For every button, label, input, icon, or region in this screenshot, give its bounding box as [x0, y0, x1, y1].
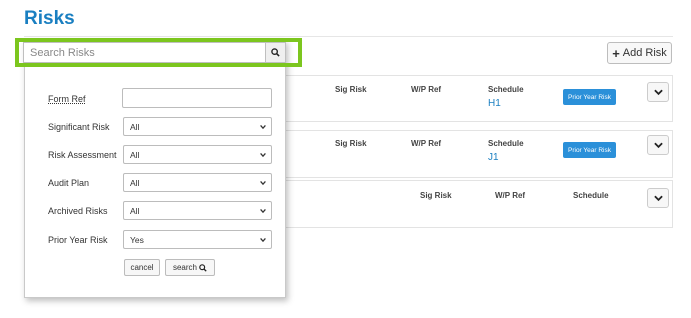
sig-risk-label: Sig Risk	[335, 85, 367, 94]
risk-assessment-label: Risk Assessment	[48, 150, 117, 160]
schedule-link[interactable]: J1	[488, 152, 499, 163]
chevron-down-icon	[260, 152, 266, 158]
form-ref-input[interactable]	[122, 88, 272, 108]
prior-year-risk-badge: Prior Year Risk	[563, 142, 616, 158]
risk-card: Sig Risk W/P Ref Schedule	[282, 180, 673, 228]
chevron-down-icon	[653, 89, 663, 95]
schedule-link[interactable]: H1	[488, 98, 501, 109]
plus-icon: +	[612, 45, 620, 61]
audit-plan-value: All	[130, 177, 140, 188]
search-icon	[199, 263, 207, 272]
archived-risks-label: Archived Risks	[48, 206, 108, 216]
expand-button[interactable]	[647, 82, 669, 102]
risk-assessment-value: All	[130, 149, 140, 160]
risk-card: Sig Risk W/P Ref Schedule J1 Prior Year …	[282, 130, 673, 178]
chevron-down-icon	[260, 237, 266, 243]
risk-card: Sig Risk W/P Ref Schedule H1 Prior Year …	[282, 75, 673, 122]
chevron-down-icon	[653, 195, 663, 201]
sig-risk-label: Sig Risk	[420, 191, 452, 200]
prior-year-risk-value: Yes	[130, 234, 144, 245]
risk-assessment-select[interactable]: All	[123, 145, 272, 164]
wp-ref-label: W/P Ref	[411, 139, 442, 148]
page-title: Risks	[24, 8, 75, 29]
title-divider	[24, 36, 673, 37]
cancel-button[interactable]: cancel	[124, 259, 160, 276]
chevron-down-icon	[260, 124, 266, 130]
significant-risk-select[interactable]: All	[123, 117, 272, 136]
chevron-down-icon	[260, 180, 266, 186]
search-button-label: search	[172, 263, 197, 272]
search-highlight-frame	[15, 38, 302, 67]
chevron-down-icon	[653, 142, 663, 148]
form-ref-label: Form Ref	[48, 94, 86, 104]
wp-ref-label: W/P Ref	[411, 85, 442, 94]
expand-button[interactable]	[647, 188, 669, 208]
prior-year-risk-label: Prior Year Risk	[48, 235, 108, 245]
chevron-down-icon	[260, 208, 266, 214]
significant-risk-label: Significant Risk	[48, 122, 110, 132]
significant-risk-value: All	[130, 121, 140, 132]
wp-ref-label: W/P Ref	[495, 191, 526, 200]
archived-risks-select[interactable]: All	[123, 201, 272, 220]
archived-risks-value: All	[130, 205, 140, 216]
schedule-label: Schedule	[488, 85, 524, 94]
add-risk-button[interactable]: + Add Risk	[607, 42, 672, 64]
audit-plan-label: Audit Plan	[48, 178, 90, 188]
schedule-label: Schedule	[573, 191, 609, 200]
search-button[interactable]: search	[165, 259, 215, 276]
prior-year-risk-select[interactable]: Yes	[123, 230, 272, 249]
audit-plan-select[interactable]: All	[123, 173, 272, 192]
add-risk-label: Add Risk	[622, 47, 667, 59]
schedule-label: Schedule	[488, 139, 524, 148]
sig-risk-label: Sig Risk	[335, 139, 367, 148]
expand-button[interactable]	[647, 135, 669, 155]
prior-year-risk-badge: Prior Year Risk	[563, 89, 616, 105]
